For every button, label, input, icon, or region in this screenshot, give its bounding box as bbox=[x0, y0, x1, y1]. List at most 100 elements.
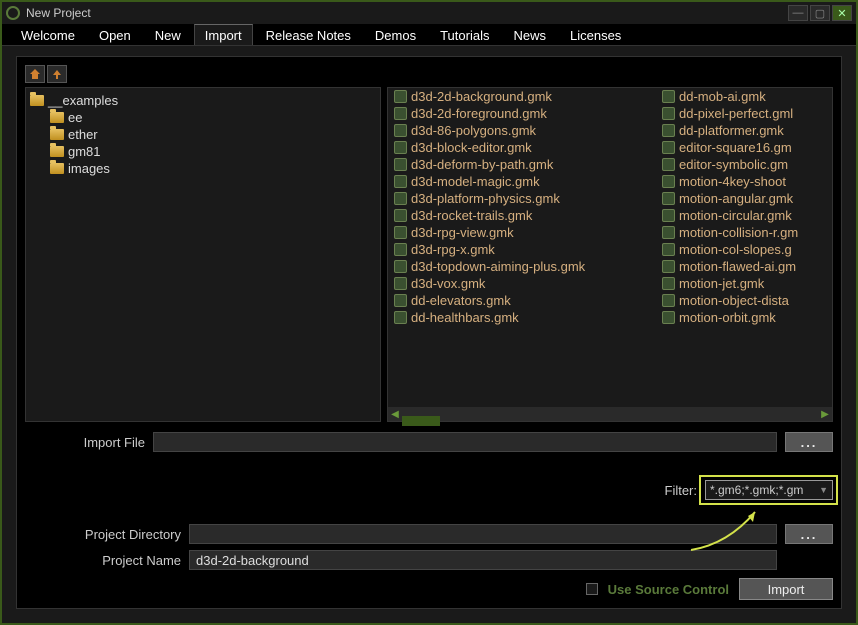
file-item[interactable]: motion-collision-r.gm bbox=[656, 224, 804, 241]
tab-release-notes[interactable]: Release Notes bbox=[255, 24, 362, 45]
file-item[interactable]: motion-4key-shoot bbox=[656, 173, 804, 190]
file-item[interactable]: d3d-topdown-aiming-plus.gmk bbox=[388, 258, 656, 275]
file-list-hscroll[interactable]: ◀ ▶ bbox=[388, 407, 832, 421]
import-panel: __examples ee ether gm81 images d3d-2d-b… bbox=[16, 56, 842, 609]
tabbar: Welcome Open New Import Release Notes De… bbox=[2, 24, 856, 46]
file-name: dd-platformer.gmk bbox=[679, 123, 784, 138]
project-dir-input[interactable] bbox=[189, 524, 777, 544]
use-source-control-label: Use Source Control bbox=[608, 582, 729, 597]
import-file-input[interactable] bbox=[153, 432, 777, 452]
file-name: d3d-rpg-view.gmk bbox=[411, 225, 514, 240]
file-name: editor-symbolic.gm bbox=[679, 157, 788, 172]
file-item[interactable]: dd-healthbars.gmk bbox=[388, 309, 656, 326]
file-item[interactable]: motion-orbit.gmk bbox=[656, 309, 804, 326]
window-title: New Project bbox=[26, 6, 788, 20]
import-button[interactable]: Import bbox=[739, 578, 833, 600]
file-name: d3d-model-magic.gmk bbox=[411, 174, 540, 189]
file-item[interactable]: d3d-86-polygons.gmk bbox=[388, 122, 656, 139]
file-item[interactable]: motion-circular.gmk bbox=[656, 207, 804, 224]
file-item[interactable]: d3d-rocket-trails.gmk bbox=[388, 207, 656, 224]
file-item[interactable]: editor-square16.gm bbox=[656, 139, 804, 156]
tab-welcome[interactable]: Welcome bbox=[10, 24, 86, 45]
file-item[interactable]: d3d-2d-foreground.gmk bbox=[388, 105, 656, 122]
file-item[interactable]: motion-flawed-ai.gm bbox=[656, 258, 804, 275]
titlebar: New Project — ▢ ✕ bbox=[2, 2, 856, 24]
scroll-thumb[interactable] bbox=[402, 416, 440, 426]
tree-item[interactable]: gm81 bbox=[30, 143, 376, 160]
tree-label: __examples bbox=[48, 93, 118, 108]
tree-item[interactable]: ether bbox=[30, 126, 376, 143]
folder-icon bbox=[30, 95, 44, 106]
tab-import[interactable]: Import bbox=[194, 24, 253, 45]
gmk-file-icon bbox=[662, 294, 675, 307]
project-name-input[interactable] bbox=[189, 550, 777, 570]
file-item[interactable]: dd-platformer.gmk bbox=[656, 122, 804, 139]
tree-item[interactable]: images bbox=[30, 160, 376, 177]
file-name: d3d-vox.gmk bbox=[411, 276, 485, 291]
file-item[interactable]: dd-pixel-perfect.gml bbox=[656, 105, 804, 122]
file-item[interactable]: dd-mob-ai.gmk bbox=[656, 88, 804, 105]
minimize-button[interactable]: — bbox=[788, 5, 808, 21]
scroll-right-icon[interactable]: ▶ bbox=[818, 407, 832, 421]
file-item[interactable]: motion-jet.gmk bbox=[656, 275, 804, 292]
file-name: d3d-rpg-x.gmk bbox=[411, 242, 495, 257]
tab-licenses[interactable]: Licenses bbox=[559, 24, 632, 45]
folder-tree[interactable]: __examples ee ether gm81 images bbox=[25, 87, 381, 422]
file-item[interactable]: d3d-platform-physics.gmk bbox=[388, 190, 656, 207]
scroll-left-icon[interactable]: ◀ bbox=[388, 407, 402, 421]
file-name: motion-orbit.gmk bbox=[679, 310, 776, 325]
project-dir-browse-button[interactable]: ... bbox=[785, 524, 833, 544]
tab-open[interactable]: Open bbox=[88, 24, 142, 45]
file-item[interactable]: d3d-rpg-view.gmk bbox=[388, 224, 656, 241]
file-name: d3d-block-editor.gmk bbox=[411, 140, 532, 155]
new-project-window: New Project — ▢ ✕ Welcome Open New Impor… bbox=[0, 0, 858, 625]
file-item[interactable]: d3d-rpg-x.gmk bbox=[388, 241, 656, 258]
tab-tutorials[interactable]: Tutorials bbox=[429, 24, 500, 45]
close-button[interactable]: ✕ bbox=[832, 5, 852, 21]
filter-value: *.gm6;*.gmk;*.gm bbox=[710, 483, 803, 497]
file-name: d3d-2d-background.gmk bbox=[411, 89, 552, 104]
file-name: motion-jet.gmk bbox=[679, 276, 764, 291]
file-name: d3d-86-polygons.gmk bbox=[411, 123, 536, 138]
file-name: d3d-rocket-trails.gmk bbox=[411, 208, 532, 223]
file-item[interactable]: motion-col-slopes.g bbox=[656, 241, 804, 258]
project-dir-label: Project Directory bbox=[25, 527, 181, 542]
gmk-file-icon bbox=[394, 107, 407, 120]
tab-news[interactable]: News bbox=[502, 24, 557, 45]
gmk-file-icon bbox=[662, 124, 675, 137]
maximize-button[interactable]: ▢ bbox=[810, 5, 830, 21]
file-item[interactable]: d3d-vox.gmk bbox=[388, 275, 656, 292]
file-item[interactable]: dd-elevators.gmk bbox=[388, 292, 656, 309]
gmk-file-icon bbox=[394, 90, 407, 103]
file-pane: d3d-2d-background.gmkd3d-2d-foreground.g… bbox=[387, 87, 833, 422]
filter-combo[interactable]: *.gm6;*.gmk;*.gm ▼ bbox=[705, 480, 833, 500]
tab-demos[interactable]: Demos bbox=[364, 24, 427, 45]
home-button[interactable] bbox=[25, 65, 45, 83]
use-source-control-checkbox[interactable] bbox=[586, 583, 598, 595]
gmk-file-icon bbox=[394, 277, 407, 290]
file-item[interactable]: d3d-deform-by-path.gmk bbox=[388, 156, 656, 173]
tree-item[interactable]: ee bbox=[30, 109, 376, 126]
gmk-file-icon bbox=[394, 294, 407, 307]
gmk-file-icon bbox=[394, 141, 407, 154]
folder-icon bbox=[50, 163, 64, 174]
up-button[interactable] bbox=[47, 65, 67, 83]
file-item[interactable]: d3d-2d-background.gmk bbox=[388, 88, 656, 105]
gmk-file-icon bbox=[394, 311, 407, 324]
import-file-browse-button[interactable]: ... bbox=[785, 432, 833, 452]
tree-root[interactable]: __examples bbox=[30, 92, 376, 109]
file-name: dd-mob-ai.gmk bbox=[679, 89, 766, 104]
tab-new[interactable]: New bbox=[144, 24, 192, 45]
gmk-file-icon bbox=[394, 124, 407, 137]
gmk-file-icon bbox=[662, 192, 675, 205]
file-item[interactable]: d3d-model-magic.gmk bbox=[388, 173, 656, 190]
gmk-file-icon bbox=[662, 243, 675, 256]
gmk-file-icon bbox=[662, 226, 675, 239]
file-item[interactable]: motion-angular.gmk bbox=[656, 190, 804, 207]
file-item[interactable]: editor-symbolic.gm bbox=[656, 156, 804, 173]
file-list[interactable]: d3d-2d-background.gmkd3d-2d-foreground.g… bbox=[388, 88, 832, 407]
tree-label: images bbox=[68, 161, 110, 176]
file-item[interactable]: d3d-block-editor.gmk bbox=[388, 139, 656, 156]
file-item[interactable]: motion-object-dista bbox=[656, 292, 804, 309]
tree-label: ee bbox=[68, 110, 82, 125]
